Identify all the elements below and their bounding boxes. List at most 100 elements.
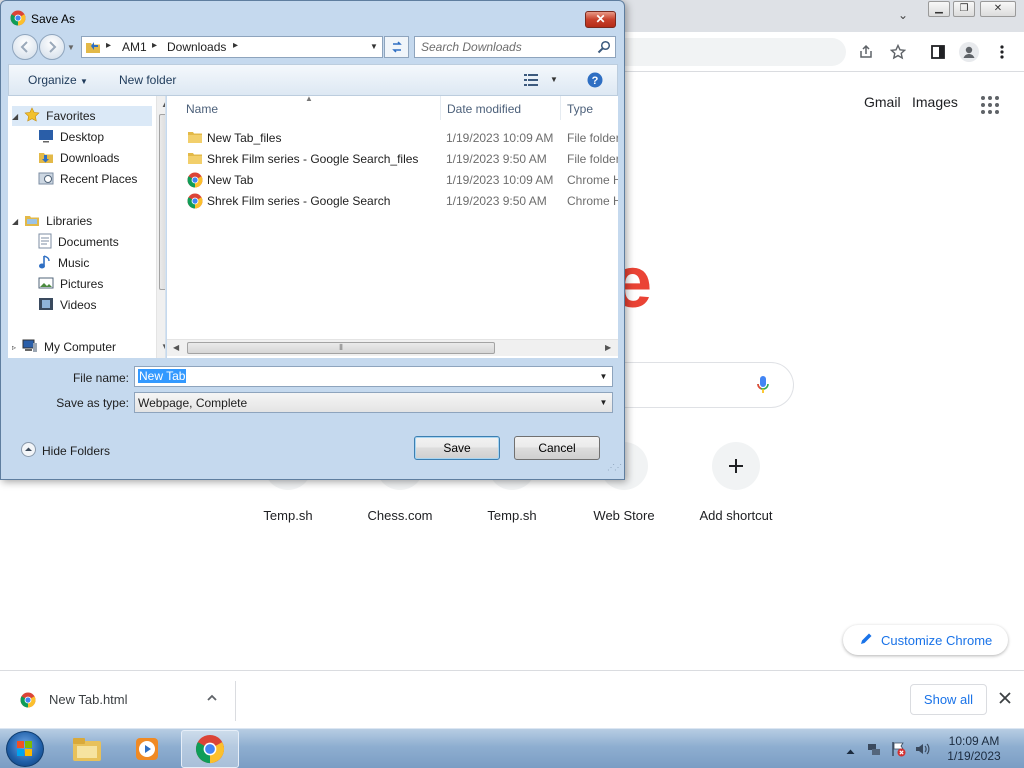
file-name: New Tab_files [207,131,282,145]
new-folder-button[interactable]: New folder [119,73,176,87]
chrome-taskbar-icon[interactable] [181,730,239,768]
column-divider[interactable] [560,96,561,120]
dialog-close-button[interactable]: ✕ [585,11,616,28]
breadcrumb-chevron-icon[interactable]: ▸ [106,40,111,51]
scroll-left-icon[interactable]: ◀ [173,343,179,352]
nav-favorites[interactable]: ◢ Favorites [12,106,152,126]
add-shortcut[interactable]: Add shortcut [680,442,792,532]
file-date: 1/19/2023 10:09 AM [446,131,554,145]
google-search-box[interactable] [620,362,794,408]
gmail-link[interactable]: Gmail [864,94,901,110]
nav-videos[interactable]: Videos [38,295,96,315]
search-box[interactable] [414,36,616,58]
chevron-down-icon[interactable]: ▼ [595,367,612,386]
file-row[interactable]: New Tab_files 1/19/2023 10:09 AM File fo… [167,128,618,149]
nav-my-computer[interactable]: ▹ My Computer [12,337,116,357]
file-list-pane: Name ▲ Date modified Type New Tab_files … [167,96,618,358]
chevron-down-icon[interactable]: ▼ [595,393,612,412]
minimize-button[interactable]: ▁ [928,1,950,17]
explorer-taskbar-icon[interactable] [58,730,116,768]
action-center-flag-icon[interactable] [890,741,906,760]
breadcrumb-am1[interactable]: AM1 [122,40,147,54]
search-icon[interactable] [597,40,611,57]
column-divider[interactable] [440,96,441,120]
recent-locations-chevron-icon[interactable]: ▼ [67,43,75,52]
download-item[interactable]: New Tab.html [0,681,236,721]
column-header-name[interactable]: Name [186,102,218,116]
column-header-date-modified[interactable]: Date modified [447,102,521,116]
window-close-button[interactable]: ✕ [980,1,1016,17]
scroll-down-icon[interactable]: ▼ [161,342,165,351]
breadcrumb-chevron-icon[interactable]: ▸ [233,40,238,51]
organize-button[interactable]: Organize ▼ [28,73,88,87]
chevron-up-icon[interactable] [206,692,218,707]
nav-desktop[interactable]: Desktop [38,127,104,147]
view-dropdown-icon[interactable]: ▼ [550,75,558,84]
network-icon[interactable] [866,741,882,760]
nav-documents[interactable]: Documents [38,232,119,252]
volume-icon[interactable] [914,741,930,760]
file-row[interactable]: Shrek Film series - Google Search_files … [167,149,618,170]
collapse-triangle-icon[interactable]: ◢ [12,112,18,121]
bookmark-star-icon[interactable] [886,40,910,64]
tab-search-chevron-icon[interactable]: ⌄ [898,8,908,22]
download-filename: New Tab.html [49,692,128,707]
profile-avatar-icon[interactable] [957,40,981,64]
breadcrumb-downloads[interactable]: Downloads [167,40,226,54]
nav-pictures[interactable]: Pictures [38,274,103,294]
resize-grip-icon[interactable]: ⋰⋰ [607,463,622,472]
omnibox[interactable] [620,38,846,66]
view-options-icon[interactable] [524,74,538,89]
refresh-icon [391,41,402,53]
file-type: Chrome H [567,173,618,187]
file-name-combo[interactable]: New Tab ▼ [134,366,613,387]
customize-chrome-button[interactable]: Customize Chrome [843,625,1008,655]
chrome-file-icon [20,692,36,711]
nav-libraries[interactable]: ◢ Libraries [12,211,92,231]
nav-scrollbar[interactable]: ▲ ▼ [156,96,165,358]
file-name-label: File name: [72,371,129,385]
save-button[interactable]: Save [414,436,500,460]
horizontal-scroll-thumb[interactable]: ⦀ [187,342,495,354]
forward-button[interactable] [39,34,65,60]
media-player-taskbar-icon[interactable] [118,730,176,768]
scroll-up-icon[interactable]: ▲ [161,100,165,109]
search-input[interactable] [421,39,589,55]
close-shelf-icon[interactable] [999,692,1011,707]
collapse-triangle-icon[interactable]: ◢ [12,217,18,226]
voice-search-mic-icon[interactable] [757,376,769,397]
hide-folders-toggle[interactable]: Hide Folders [21,442,110,460]
chrome-menu-icon[interactable] [990,40,1014,64]
side-panel-icon[interactable] [926,40,950,64]
refresh-button[interactable] [384,36,409,58]
help-icon[interactable]: ? [587,72,603,91]
nav-downloads[interactable]: Downloads [38,148,119,168]
file-row[interactable]: New Tab 1/19/2023 10:09 AM Chrome H [167,170,618,191]
column-header-type[interactable]: Type [567,102,593,116]
show-hidden-icons-icon[interactable] [846,744,855,758]
save-as-type-select[interactable]: Webpage, Complete ▼ [134,392,613,413]
libraries-icon [24,213,40,230]
apps-grid-icon[interactable] [980,95,1000,118]
images-link[interactable]: Images [912,94,958,110]
nav-music[interactable]: Music [38,253,89,273]
folder-location-icon [85,39,101,58]
back-button[interactable] [12,34,38,60]
file-row[interactable]: Shrek Film series - Google Search 1/19/2… [167,191,618,212]
address-dropdown-icon[interactable]: ▼ [370,42,378,51]
system-clock[interactable]: 10:09 AM 1/19/2023 [938,734,1010,764]
address-bar[interactable]: ▸ AM1 ▸ Downloads ▸ ▼ [81,36,383,58]
start-button[interactable] [6,731,44,767]
breadcrumb-chevron-icon[interactable]: ▸ [152,40,157,51]
restore-button[interactable]: ❐ [953,1,975,17]
nav-recent-places[interactable]: Recent Places [38,169,137,189]
show-all-button[interactable]: Show all [910,684,987,715]
nav-label: Videos [60,298,97,312]
cancel-button[interactable]: Cancel [514,436,600,460]
expand-triangle-icon[interactable]: ▹ [12,343,16,352]
horizontal-scrollbar[interactable]: ◀ ⦀ ▶ [167,339,618,356]
share-icon[interactable] [854,40,878,64]
file-name-input[interactable]: New Tab [138,369,558,384]
scroll-right-icon[interactable]: ▶ [605,343,611,352]
nav-scroll-thumb[interactable] [159,114,165,290]
